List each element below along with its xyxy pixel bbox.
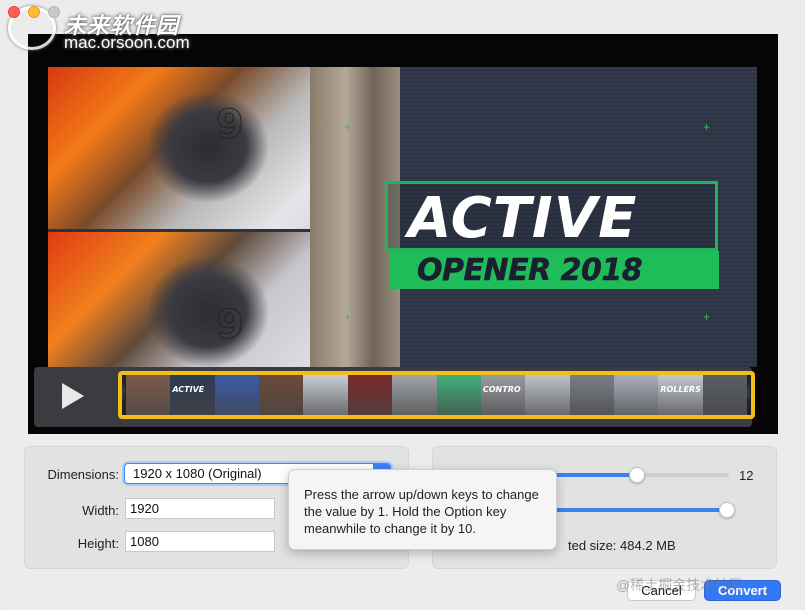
height-field[interactable]: 1080 <box>125 531 275 552</box>
secondary-slider[interactable] <box>553 502 736 518</box>
timeline-trim-strip[interactable]: ACTIVE CONTRO ROLLERS <box>118 371 755 419</box>
title-line1-box: ACTIVE <box>385 181 718 251</box>
timeline-thumbnail <box>569 375 614 415</box>
snowmobile-rider <box>148 257 268 367</box>
height-label: Height: <box>77 536 119 551</box>
play-icon[interactable] <box>62 383 84 409</box>
footer-watermark: @稀土掘金技术社区 <box>616 577 743 593</box>
timeline-thumbnail <box>392 375 437 415</box>
estimated-size: ted size: 484.2 MB <box>568 538 676 553</box>
watermark-site-url: mac.orsoon.com <box>64 33 190 52</box>
timeline-thumbnail <box>347 375 393 415</box>
trim-start-handle[interactable] <box>122 385 125 399</box>
dimensions-value: 1920 x 1080 (Original) <box>133 466 262 481</box>
minimize-window-button[interactable] <box>28 6 40 18</box>
timeline-thumbnail: CONTRO <box>480 375 526 415</box>
quality-slider[interactable] <box>553 467 729 483</box>
plus-marker-icon: + <box>703 310 711 324</box>
title-line2: OPENER 2018 <box>417 253 643 289</box>
width-label: Width: <box>82 503 119 518</box>
width-field[interactable]: 1920 <box>125 498 275 519</box>
quality-slider-knob[interactable] <box>629 467 646 483</box>
digit-overlay: 9 <box>216 102 245 149</box>
timeline-thumbnail: ROLLERS <box>658 375 703 415</box>
timeline-thumbnail <box>259 375 304 415</box>
quality-slider-fill <box>553 473 638 477</box>
secondary-slider-fill <box>553 508 728 512</box>
timeline-thumbnail <box>126 375 171 415</box>
plus-marker-icon: + <box>703 120 711 134</box>
title-card: ACTIVE OPENER 2018 <box>385 181 719 289</box>
thumbnail-label: ACTIVE <box>172 385 205 394</box>
timeline-thumbnail <box>214 375 260 415</box>
zoom-window-button[interactable] <box>48 6 60 18</box>
trim-end-handle[interactable] <box>747 385 750 399</box>
plus-marker-icon: + <box>344 310 352 324</box>
title-line1: ACTIVE <box>408 186 638 251</box>
window-controls <box>8 6 60 18</box>
close-window-button[interactable] <box>8 6 20 18</box>
plus-marker-icon: + <box>344 120 352 134</box>
secondary-slider-knob[interactable] <box>719 502 736 518</box>
timeline-thumbnail <box>303 375 348 415</box>
video-player: 9 9 + + + + ACTIVE OPENER 2018 ACTIVE CON… <box>28 34 778 434</box>
digit-overlay: 9 <box>216 302 245 349</box>
timeline-thumbnail <box>613 375 659 415</box>
title-line2-box: OPENER 2018 <box>389 251 719 289</box>
video-preview[interactable]: 9 9 + + + + ACTIVE OPENER 2018 <box>48 67 757 367</box>
timeline-thumbnail <box>702 375 748 415</box>
thumbnail-label: ROLLERS <box>660 385 701 394</box>
timeline-thumbnail: ACTIVE <box>170 375 215 415</box>
playback-controls: ACTIVE CONTRO ROLLERS <box>34 367 755 427</box>
timeline-thumbnail <box>525 375 570 415</box>
dimensions-label: Dimensions: <box>47 467 119 482</box>
help-tooltip: Press the arrow up/down keys to change t… <box>288 469 557 550</box>
timeline-thumbnail <box>436 375 481 415</box>
thumbnail-label: CONTRO <box>482 385 521 394</box>
snowmobile-rider <box>148 92 268 202</box>
quality-value: 12 <box>739 468 754 483</box>
app-window: 未来软件园 mac.orsoon.com 9 9 + + + + ACTIVE … <box>0 0 805 610</box>
